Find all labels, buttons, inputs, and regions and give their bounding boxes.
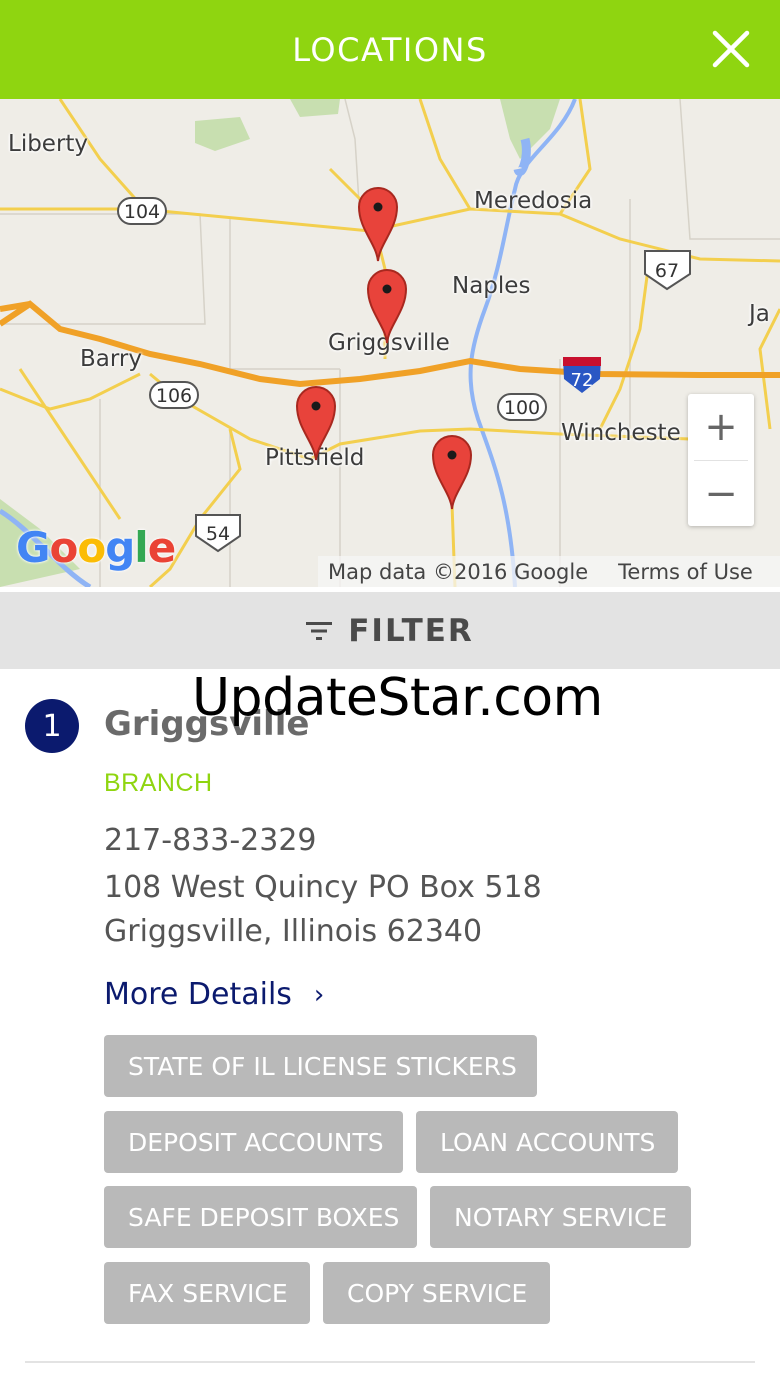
close-icon[interactable] [712, 30, 750, 68]
filter-icon [306, 621, 333, 640]
watermark-text: UpdateStar.com [192, 668, 603, 728]
service-tag[interactable]: LOAN ACCOUNTS [416, 1111, 678, 1173]
map-marker-2[interactable] [364, 265, 410, 345]
filter-label: FILTER [348, 612, 474, 649]
divider [25, 1361, 755, 1363]
service-tag[interactable]: FAX SERVICE [104, 1262, 310, 1324]
filter-button[interactable]: FILTER [0, 592, 780, 669]
location-phone[interactable]: 217-833-2329 [104, 823, 317, 858]
zoom-in-button[interactable]: + [688, 394, 754, 460]
map-attribution: Map data ©2016 Google [328, 559, 589, 584]
zoom-controls: + − [688, 394, 754, 526]
service-tag[interactable]: STATE OF IL LICENSE STICKERS [104, 1035, 537, 1097]
location-address-line1: 108 West Quincy PO Box 518 [104, 870, 542, 905]
map-label-naples: Naples [452, 273, 531, 299]
header-bar: LOCATIONS [0, 0, 780, 99]
map-view[interactable]: 104 106 100 67 54 72 Liberty Meredosia N… [0, 99, 780, 587]
service-tag[interactable]: NOTARY SERVICE [430, 1186, 691, 1248]
location-number-badge: 1 [25, 699, 79, 753]
service-tag[interactable]: SAFE DEPOSIT BOXES [104, 1186, 417, 1248]
chevron-right-icon: › [313, 979, 325, 1010]
zoom-out-button[interactable]: − [688, 461, 754, 527]
map-label-winchester: Wincheste [561, 420, 681, 446]
google-logo: Google [16, 523, 176, 572]
route-106-label: 106 [156, 385, 192, 407]
more-details-link[interactable]: More Details › [104, 977, 324, 1012]
route-100-label: 100 [504, 397, 540, 419]
map-marker-3[interactable] [293, 382, 339, 462]
map-label-ja: Ja [749, 301, 770, 327]
location-address-line2: Griggsville, Illinois 62340 [104, 914, 483, 949]
map-label-liberty: Liberty [8, 131, 89, 157]
page-title: LOCATIONS [292, 30, 488, 69]
service-tag[interactable]: COPY SERVICE [323, 1262, 550, 1324]
map-label-barry: Barry [80, 346, 142, 372]
terms-of-use-link[interactable]: Terms of Use [618, 560, 753, 584]
route-67-label: 67 [655, 260, 679, 282]
map-marker-1[interactable] [355, 183, 401, 263]
route-54-label: 54 [206, 523, 230, 545]
map-marker-4[interactable] [429, 431, 475, 511]
route-104-label: 104 [124, 201, 160, 223]
map-label-meredosia: Meredosia [474, 188, 593, 214]
service-tag[interactable]: DEPOSIT ACCOUNTS [104, 1111, 403, 1173]
route-72-label: 72 [571, 370, 594, 391]
more-details-label: More Details [104, 977, 292, 1012]
location-type: BRANCH [104, 769, 213, 797]
map-attribution-bar: Map data ©2016 Google Terms of Use [318, 556, 780, 587]
